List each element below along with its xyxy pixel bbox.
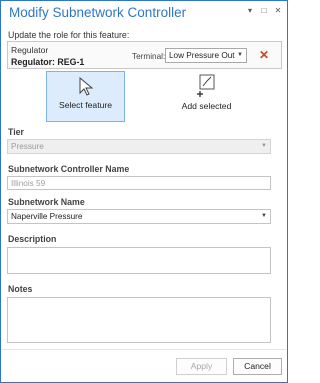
- remove-feature-icon[interactable]: ✕: [259, 48, 269, 62]
- add-selected-icon: [197, 74, 215, 97]
- add-selected-label: Add selected: [181, 101, 232, 111]
- pane-controls: ▾ □ ✕: [246, 7, 282, 15]
- terminal-value: Low Pressure Out: [169, 51, 235, 60]
- add-selected-button[interactable]: Add selected: [167, 71, 246, 122]
- chevron-down-icon: ▼: [261, 213, 267, 219]
- chevron-down-icon[interactable]: ▾: [246, 7, 254, 15]
- notes-input[interactable]: [7, 297, 271, 343]
- terminal-dropdown[interactable]: Low Pressure Out ▼: [165, 48, 247, 63]
- feature-type: Regulator: [11, 45, 49, 55]
- notes-label: Notes: [8, 284, 33, 294]
- pane-title: Modify Subnetwork Controller: [9, 5, 187, 20]
- chevron-down-icon: ▼: [237, 52, 243, 58]
- cursor-arrow-icon: [79, 76, 94, 96]
- subnetwork-name-dropdown[interactable]: Naperville Pressure ▼: [7, 209, 271, 224]
- description-label: Description: [8, 234, 57, 244]
- description-input[interactable]: [7, 247, 271, 274]
- controller-name-placeholder: Illinois 59: [11, 179, 46, 188]
- restore-icon[interactable]: □: [260, 7, 268, 15]
- controller-name-input[interactable]: Illinois 59: [7, 176, 271, 190]
- cancel-button[interactable]: Cancel: [233, 358, 282, 375]
- select-feature-label: Select feature: [58, 100, 113, 110]
- modify-subnetwork-controller-pane: Modify Subnetwork Controller ▾ □ ✕ Updat…: [0, 0, 288, 383]
- footer-divider: [2, 349, 286, 350]
- chevron-down-icon: ▼: [261, 143, 267, 149]
- role-prompt: Update the role for this feature:: [8, 30, 130, 40]
- tier-dropdown: Pressure ▼: [7, 139, 271, 154]
- controller-name-label: Subnetwork Controller Name: [8, 164, 130, 174]
- feature-row: Regulator Regulator: REG-1 Terminal: Low…: [7, 41, 282, 69]
- apply-button[interactable]: Apply: [176, 358, 227, 375]
- terminal-label: Terminal:: [132, 52, 166, 61]
- tier-label: Tier: [8, 127, 24, 137]
- subnetwork-name-value: Naperville Pressure: [11, 212, 83, 221]
- tier-value: Pressure: [11, 142, 44, 151]
- close-icon[interactable]: ✕: [274, 7, 282, 15]
- select-feature-button[interactable]: Select feature: [46, 71, 125, 122]
- subnetwork-name-label: Subnetwork Name: [8, 197, 85, 207]
- feature-id: Regulator: REG-1: [11, 57, 85, 67]
